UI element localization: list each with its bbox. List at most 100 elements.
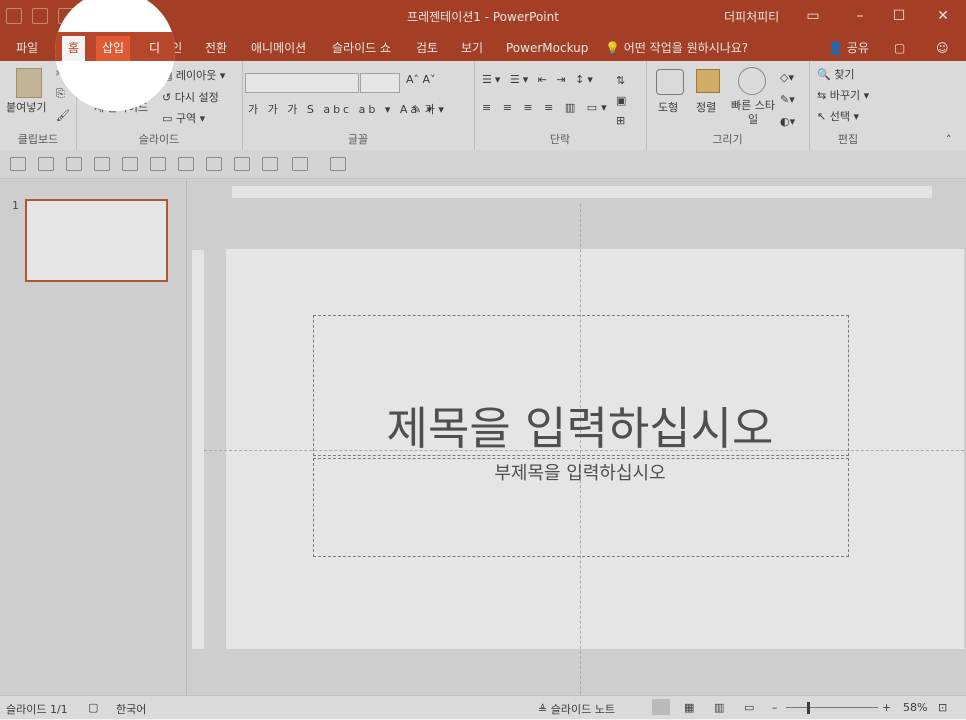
reading-view-icon[interactable]: ▥	[714, 701, 724, 714]
notes-button[interactable]: ≜ 슬라이드 노트	[538, 701, 615, 717]
shape-format-buttons[interactable]: ◇▾ ✎▾ ◐▾	[780, 67, 795, 133]
tool-icon[interactable]	[206, 157, 222, 171]
spotlight-tab-insert[interactable]: 삽입	[96, 36, 131, 61]
tool-icon[interactable]	[150, 157, 166, 171]
tool-icon[interactable]	[262, 157, 278, 171]
tool-icon[interactable]	[10, 157, 26, 171]
maximize-button[interactable]: ☐	[884, 4, 914, 28]
tab-review[interactable]: 검토	[410, 36, 444, 61]
slideshow-view-icon[interactable]: ▭	[744, 701, 754, 714]
zoom-in-button[interactable]: +	[882, 701, 891, 714]
font-name-select[interactable]	[245, 73, 359, 93]
replace-label: 바꾸기	[829, 89, 861, 102]
spellcheck-icon[interactable]: ▢	[88, 701, 98, 714]
slide-sorter-icon[interactable]: ▦	[684, 701, 694, 714]
quick-styles-icon	[738, 67, 766, 95]
group-drawing: 도형 정렬 빠른 스타일 ◇▾ ✎▾ ◐▾ 그리기	[646, 61, 810, 150]
tool-icon[interactable]	[234, 157, 250, 171]
zoom-level[interactable]: 58%	[903, 701, 927, 714]
tab-view[interactable]: 보기	[455, 36, 489, 61]
horizontal-ruler	[232, 186, 932, 198]
collapse-ribbon-icon[interactable]: ˄	[946, 133, 952, 146]
replace-button[interactable]: ⇆ 바꾸기 ▾	[817, 87, 869, 103]
paste-button[interactable]: 붙여넣기	[6, 99, 46, 115]
tool-icon[interactable]	[66, 157, 82, 171]
tab-file[interactable]: 파일	[10, 36, 44, 61]
slide-count: 슬라이드 1/1	[6, 703, 68, 716]
paste-icon	[16, 68, 42, 98]
zoom-slider[interactable]	[786, 707, 878, 708]
reset-label: 다시 설정	[174, 91, 219, 104]
spotlight-tab-home[interactable]: 홈	[62, 36, 86, 61]
list-buttons[interactable]: ☰▾ ☰▾ ⇤ ⇥ ↕▾	[482, 73, 596, 86]
tool-icon[interactable]	[178, 157, 194, 171]
copy-icon[interactable]: ⎘	[56, 87, 65, 101]
powermockup-toolbar	[0, 150, 966, 179]
font-color-buttons[interactable]: ✎ 가 ▾	[412, 101, 444, 117]
tool-icon[interactable]	[94, 157, 110, 171]
tell-me-text: 어떤 작업을 원하시나요?	[623, 41, 749, 55]
title-placeholder-text[interactable]: 제목을 입력하십시오	[313, 392, 847, 457]
group-editing: 🔍 찾기 ⇆ 바꾸기 ▾ ↖ 선택 ▾ 편집	[809, 61, 887, 150]
ribbon-display-icon[interactable]: ▭	[798, 4, 828, 28]
group-label-editing: 편집	[837, 133, 859, 146]
font-format-buttons[interactable]: 가 가 가 S abc ab ▾ Aa ▾	[248, 101, 435, 117]
group-label-paragraph: 단락	[549, 133, 571, 146]
group-font: A˄ A˅ 가 가 가 S abc ab ▾ Aa ▾ ✎ 가 ▾ 글꼴	[242, 61, 475, 150]
font-size-buttons[interactable]: A˄ A˅	[406, 73, 436, 86]
tool-icon[interactable]	[122, 157, 138, 171]
reset-button[interactable]: ↺ 다시 설정	[162, 89, 219, 105]
tab-animations[interactable]: 애니메이션	[245, 36, 312, 61]
group-label-drawing: 그리기	[712, 133, 743, 146]
comment-icon[interactable]: ▢	[888, 36, 911, 61]
find-button[interactable]: 🔍 찾기	[817, 66, 854, 82]
text-direction-buttons[interactable]: ⇅ ▣ ⊞	[616, 71, 626, 131]
tab-transitions[interactable]: 전환	[199, 36, 233, 61]
slide-thumbnail-pane: 1	[0, 179, 187, 695]
normal-view-icon[interactable]	[652, 699, 670, 715]
notes-label: 슬라이드 노트	[550, 703, 615, 716]
shapes-button[interactable]: 도형	[658, 99, 678, 115]
align-buttons[interactable]: ≡ ≡ ≡ ≡ ▥ ▭▾	[482, 101, 611, 114]
font-size-select[interactable]	[360, 73, 400, 93]
slide-thumbnail[interactable]	[25, 199, 168, 282]
tool-icon[interactable]	[292, 157, 308, 171]
status-bar: 슬라이드 1/1 ▢ 한국어 ≜ 슬라이드 노트 ▦ ▥ ▭ – + 58% ⊡	[0, 695, 966, 720]
smiley-icon[interactable]: ☺	[930, 36, 955, 61]
person-icon: 👤	[828, 41, 843, 55]
close-button[interactable]: ✕	[928, 4, 958, 28]
vertical-ruler	[192, 250, 204, 649]
user-name[interactable]: 더피처피티	[724, 8, 779, 25]
share-button[interactable]: 👤 공유	[828, 36, 869, 61]
shapes-icon	[656, 69, 684, 95]
spotlight-tab-design[interactable]: 디자인	[143, 36, 175, 105]
subtitle-placeholder-text[interactable]: 부제목을 입력하십시오	[313, 459, 847, 485]
group-paragraph: ☰▾ ☰▾ ⇤ ⇥ ↕▾ ≡ ≡ ≡ ≡ ▥ ▭▾ ⇅ ▣ ⊞ 단락	[474, 61, 647, 150]
select-button[interactable]: ↖ 선택 ▾	[817, 108, 859, 124]
format-painter-icon[interactable]: 🖌	[56, 109, 70, 122]
section-label: 구역	[175, 112, 197, 125]
tab-slideshow[interactable]: 슬라이드 쇼	[326, 36, 397, 61]
lightbulb-icon: 💡	[605, 41, 620, 55]
thumbnail-number: 1	[12, 199, 19, 212]
tool-icon[interactable]	[330, 157, 346, 171]
tab-powermockup[interactable]: PowerMockup	[500, 36, 594, 61]
group-label-clipboard: 클립보드	[17, 133, 59, 146]
fit-to-window-icon[interactable]: ⊡	[938, 701, 947, 714]
layout-label: 레이아웃	[175, 69, 217, 82]
tell-me-search[interactable]: 💡 어떤 작업을 원하시나요?	[605, 36, 748, 61]
minimize-button[interactable]: –	[845, 4, 875, 28]
select-label: 선택	[829, 110, 850, 123]
tool-icon[interactable]	[38, 157, 54, 171]
tab-spotlight: 홈 삽입 디자인	[55, 0, 175, 111]
arrange-button[interactable]: 정렬	[696, 99, 716, 115]
quick-styles-button[interactable]: 빠른 스타일	[730, 99, 776, 127]
zoom-out-button[interactable]: –	[772, 701, 778, 714]
share-label: 공유	[846, 41, 869, 55]
language[interactable]: 한국어	[116, 701, 146, 717]
section-button[interactable]: ▭ 구역 ▾	[162, 110, 205, 126]
arrange-icon	[696, 69, 720, 93]
find-label: 찾기	[834, 68, 855, 81]
group-label-font: 글꼴	[347, 133, 369, 146]
zoom-slider-thumb[interactable]	[807, 702, 810, 714]
